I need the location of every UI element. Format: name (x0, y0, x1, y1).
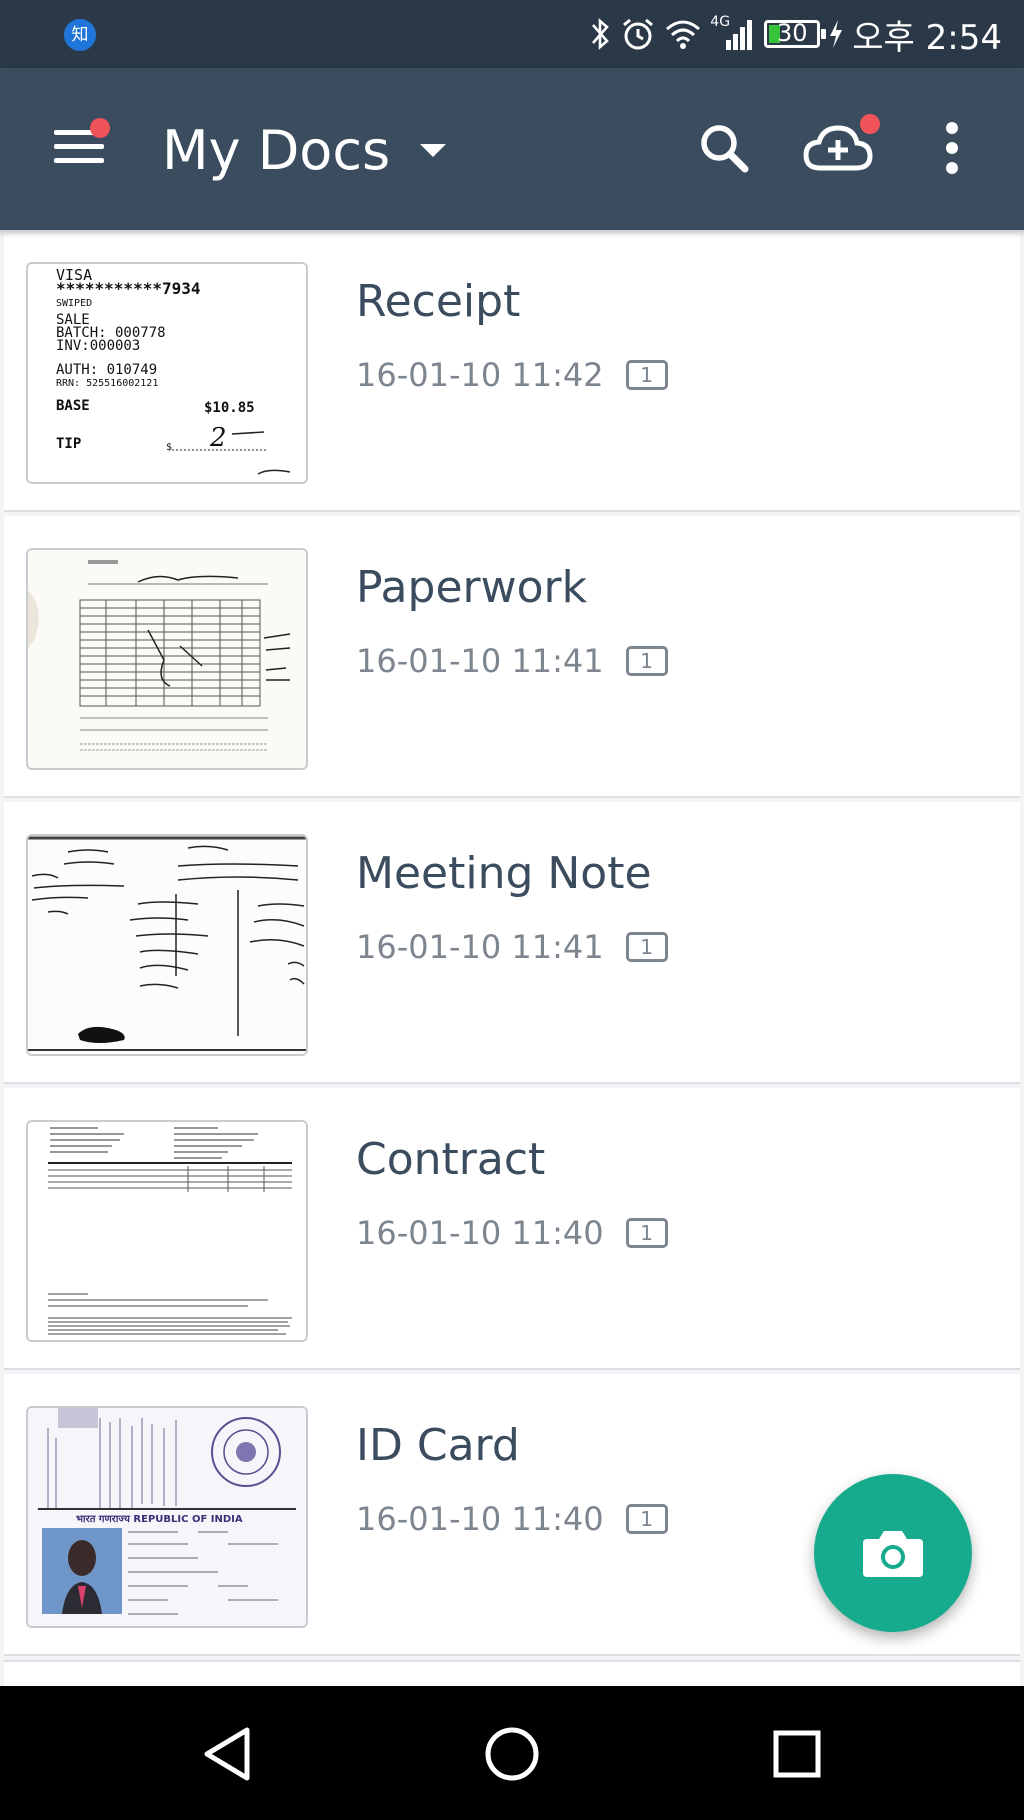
document-title: Receipt (356, 276, 521, 327)
recents-button[interactable] (752, 1714, 842, 1794)
document-title: ID Card (356, 1420, 520, 1471)
page-count-badge: 1 (625, 932, 668, 962)
meeting-note-thumbnail (26, 834, 308, 1056)
list-item[interactable]: VISA ***********7934 SWIPED SALE BATCH: … (4, 230, 1020, 512)
receipt-line: TIP (56, 436, 81, 452)
document-date: 16-01-10 11:40 (356, 1214, 604, 1252)
battery-icon: 30 (764, 19, 827, 48)
receipt-line: AUTH: 010749 (56, 362, 157, 378)
search-button[interactable] (684, 108, 764, 188)
bluetooth-icon (592, 18, 610, 50)
navigation-bar (0, 1686, 1024, 1820)
status-bar: 知 4G 30 오후 2:54 (0, 0, 1024, 68)
contract-thumbnail (26, 1120, 308, 1342)
receipt-thumbnail: VISA ***********7934 SWIPED SALE BATCH: … (26, 262, 308, 484)
svg-text:भारत गणराज्य REPUBLIC OF INDIA: भारत गणराज्य REPUBLIC OF INDIA (76, 1514, 243, 1525)
status-icons: 4G 30 오후 2:54 (588, 12, 1002, 58)
back-button[interactable] (182, 1714, 272, 1794)
id-card-thumbnail: भारत गणराज्य REPUBLIC OF INDIA (26, 1406, 308, 1628)
document-list: VISA ***********7934 SWIPED SALE BATCH: … (0, 230, 1024, 1686)
signal-icon: 4G (710, 14, 756, 52)
home-icon (485, 1727, 539, 1781)
page-count-badge: 1 (625, 1504, 668, 1534)
docs-dropdown[interactable]: My Docs (162, 118, 447, 182)
document-date: 16-01-10 11:40 (356, 1500, 604, 1538)
charging-icon (830, 20, 843, 48)
receipt-line: RRN: 525516002121 (56, 378, 158, 389)
receipt-line: SWIPED (56, 298, 92, 309)
status-time: 오후 2:54 (852, 17, 1002, 58)
document-meta: 16-01-10 11:42 1 (356, 356, 668, 394)
document-title: Paperwork (356, 562, 588, 613)
search-icon (701, 125, 749, 173)
receipt-line: 2 (209, 423, 227, 453)
page-count-badge: 1 (625, 360, 668, 390)
document-meta: 16-01-10 11:41 1 (356, 928, 668, 966)
app-bar: My Docs (0, 68, 1024, 230)
list-item[interactable]: Contract 16-01-10 11:40 1 (4, 1088, 1020, 1370)
document-meta: 16-01-10 11:41 1 (356, 642, 668, 680)
receipt-line: $ (166, 442, 172, 453)
dropdown-caret-icon (420, 143, 447, 157)
receipt-line: BASE (56, 398, 90, 414)
document-meta: 16-01-10 11:40 1 (356, 1500, 668, 1538)
page-count-badge: 1 (625, 1218, 668, 1248)
cloud-notification-dot (860, 114, 880, 134)
scan-camera-button[interactable] (814, 1474, 972, 1632)
list-item-peek (4, 1660, 1020, 1686)
cloud-sync-button[interactable] (798, 108, 880, 188)
more-options-button[interactable] (912, 108, 992, 188)
page-title: My Docs (162, 118, 391, 182)
camera-icon (863, 1531, 923, 1577)
paperwork-thumbnail (26, 548, 308, 770)
wifi-icon (666, 20, 701, 49)
menu-notification-dot (90, 118, 110, 138)
back-icon (204, 1727, 250, 1781)
alarm-icon (623, 18, 654, 50)
receipt-line: INV:000003 (56, 338, 140, 354)
document-date: 16-01-10 11:42 (356, 356, 604, 394)
menu-button[interactable] (44, 116, 114, 176)
receipt-line: ***********7934 (56, 279, 201, 298)
document-title: Contract (356, 1134, 546, 1185)
document-date: 16-01-10 11:41 (356, 642, 604, 680)
document-meta: 16-01-10 11:40 1 (356, 1214, 668, 1252)
zhihu-app-icon: 知 (64, 19, 96, 51)
document-date: 16-01-10 11:41 (356, 928, 604, 966)
page-count-badge: 1 (625, 646, 668, 676)
more-vert-icon (946, 122, 958, 174)
document-title: Meeting Note (356, 848, 652, 899)
home-button[interactable] (467, 1714, 557, 1794)
recents-icon (773, 1730, 821, 1778)
receipt-line: $10.85 (204, 400, 255, 416)
list-item[interactable]: Paperwork 16-01-10 11:41 1 (4, 516, 1020, 798)
battery-level: 30 (777, 19, 808, 47)
list-item[interactable]: Meeting Note 16-01-10 11:41 1 (4, 802, 1020, 1084)
